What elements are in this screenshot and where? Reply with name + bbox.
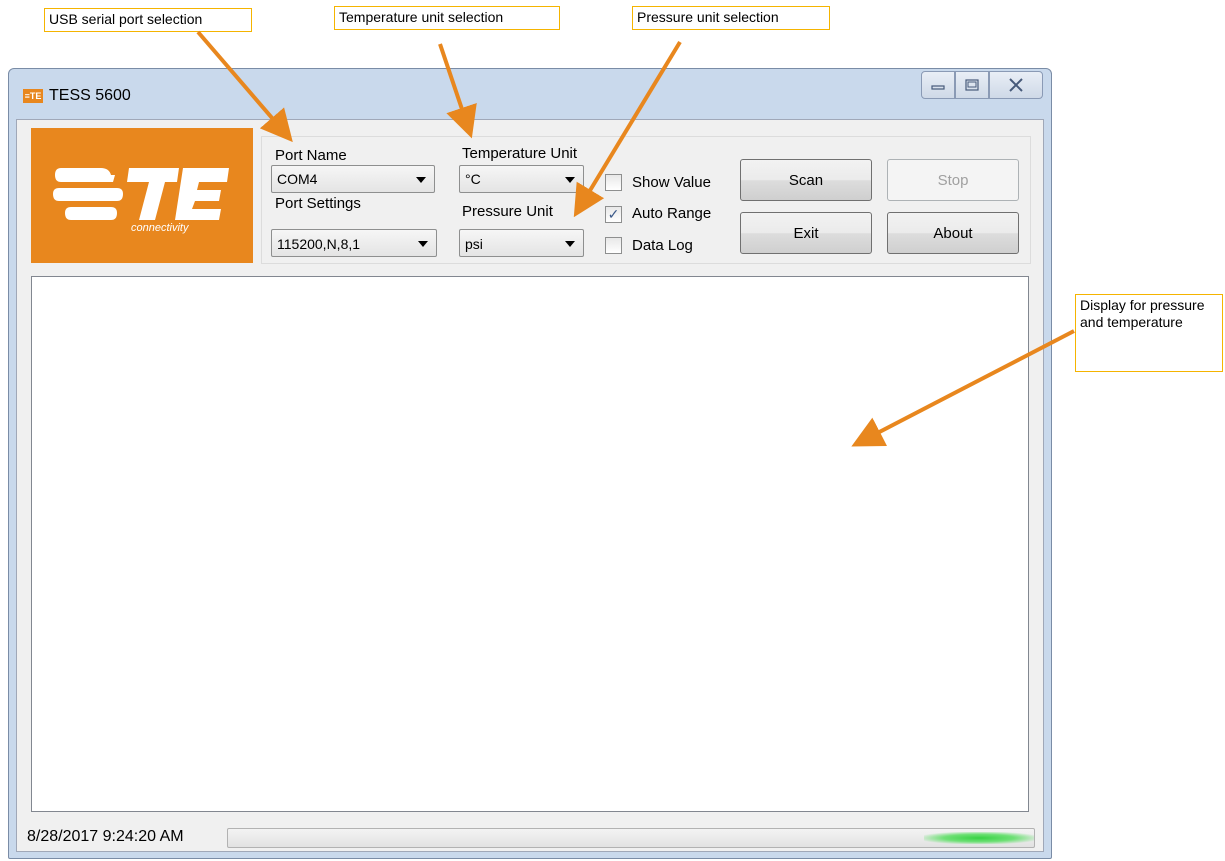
settings-panel: Port Name COM4 Port Settings 115200,N,8,… <box>261 136 1031 264</box>
auto-range-label[interactable]: Auto Range <box>632 205 711 222</box>
brand-logo: connectivity <box>31 128 253 263</box>
status-bar: 8/28/2017 9:24:20 AM <box>17 820 1043 852</box>
logo-subtitle: connectivity <box>131 222 189 234</box>
status-timestamp: 8/28/2017 9:24:20 AM <box>27 828 184 845</box>
port-settings-label: Port Settings <box>275 195 361 212</box>
temperature-unit-select[interactable]: °C <box>459 165 584 193</box>
chevron-down-icon <box>565 177 575 183</box>
data-log-checkbox[interactable] <box>605 237 622 254</box>
window-title: TESS 5600 <box>49 87 131 104</box>
stop-button[interactable]: Stop <box>887 159 1019 201</box>
client-area: connectivity Port Name COM4 Port Setting… <box>16 119 1044 852</box>
temperature-unit-label: Temperature Unit <box>462 145 578 162</box>
port-name-label: Port Name <box>275 147 347 164</box>
title-bar[interactable]: ≡TE TESS 5600 <box>9 69 1051 119</box>
annotation-temperature-unit: Temperature unit selection <box>334 6 560 30</box>
pressure-unit-value: psi <box>465 236 483 252</box>
annotation-display-text: Display for pressure and temperature <box>1080 297 1205 330</box>
progress-indicator <box>924 832 1034 844</box>
app-window: ≡TE TESS 5600 connectivity Port Name COM… <box>8 68 1052 859</box>
port-settings-value: 115200,N,8,1 <box>277 236 361 252</box>
about-button[interactable]: About <box>887 212 1019 254</box>
port-settings-select[interactable]: 115200,N,8,1 <box>271 229 437 257</box>
port-name-value: COM4 <box>277 171 318 187</box>
pressure-unit-label: Pressure Unit <box>462 203 553 220</box>
te-logo-icon: ≡TE <box>23 89 43 103</box>
maximize-icon[interactable] <box>955 71 989 99</box>
close-icon[interactable] <box>989 71 1043 99</box>
readout-display <box>31 276 1029 812</box>
pressure-unit-select[interactable]: psi <box>459 229 584 257</box>
exit-button[interactable]: Exit <box>740 212 872 254</box>
temperature-unit-value: °C <box>465 171 481 187</box>
data-log-label[interactable]: Data Log <box>632 237 693 254</box>
show-value-label[interactable]: Show Value <box>632 174 711 191</box>
te-logo-mark <box>53 168 229 220</box>
chevron-down-icon <box>416 177 426 183</box>
progress-bar <box>227 828 1035 848</box>
chevron-down-icon <box>418 241 428 247</box>
minimize-icon[interactable] <box>921 71 955 99</box>
chevron-down-icon <box>565 241 575 247</box>
annotation-pressure-unit: Pressure unit selection <box>632 6 830 30</box>
scan-button[interactable]: Scan <box>740 159 872 201</box>
annotation-usb-port: USB serial port selection <box>44 8 252 32</box>
window-controls <box>921 71 1043 101</box>
annotation-display: Display for pressure and temperature <box>1075 294 1223 372</box>
show-value-checkbox[interactable] <box>605 174 622 191</box>
port-name-select[interactable]: COM4 <box>271 165 435 193</box>
auto-range-checkbox[interactable]: ✓ <box>605 206 622 223</box>
